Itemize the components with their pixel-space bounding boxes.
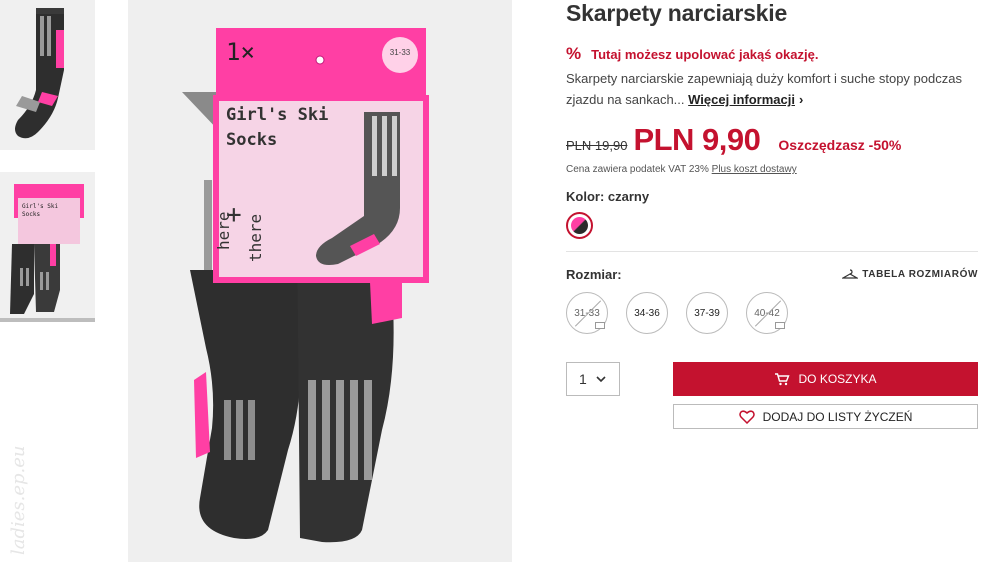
quantity-select[interactable]: 1 [566,362,620,396]
divider [566,251,978,252]
size-chart-link[interactable]: TABELA ROZMIARÓW [842,269,978,280]
promo-banner: % Tutaj możesz upolować jakąś okazję. [566,44,818,64]
size-option-31-33[interactable]: 31-33 [566,292,608,334]
quantity-value: 1 [579,371,587,387]
package-plus-sign: + [226,200,242,230]
size-option-40-42[interactable]: 40-42 [746,292,788,334]
hanger-icon [842,269,859,279]
savings-badge: Oszczędzasz -50% [778,137,902,153]
shipping-cost-link[interactable]: Plus koszt dostawy [712,164,797,175]
package-count: 1× [226,38,255,66]
add-to-wishlist-label: DODAJ DO LISTY ŻYCZEŃ [762,409,913,424]
thumbnail-2[interactable]: Girl's Ski Socks [0,172,95,322]
color-swatch-black[interactable] [566,212,593,239]
percent-icon: % [566,44,582,63]
thumbnail-1[interactable] [0,0,95,150]
chevron-right-icon[interactable]: › [799,92,803,107]
watermark: ladies.ep.eu [8,445,29,555]
product-description: Skarpety narciarskie zapewniają duży kom… [566,68,978,110]
size-option-label: 34-36 [634,307,660,319]
size-option-37-39[interactable]: 37-39 [686,292,728,334]
old-price: PLN 19,90 [566,138,628,153]
package-size-label: 31-33 [389,48,411,57]
more-info-link[interactable]: Więcej informacji [688,92,795,107]
product-title: Skarpety narciarskie [566,0,788,26]
size-label: Rozmiar: [566,267,622,282]
vat-text: Cena zawiera podatek VAT 23% [566,164,709,175]
mail-icon[interactable] [595,322,605,329]
promo-text: Tutaj możesz upolować jakąś okazję. [591,46,819,62]
add-to-cart-label: DO KOSZYKA [798,372,877,386]
mail-icon[interactable] [775,322,785,329]
vat-info: Cena zawiera podatek VAT 23% Plus koszt … [566,164,797,175]
price-block: PLN 19,90 PLN 9,90 Oszczędzasz -50% [566,122,901,158]
heart-icon [738,409,755,424]
main-product-image[interactable]: 1× 31-33 Girl's Ski Socks here + there [128,0,512,562]
size-option-label: 40-42 [754,307,780,319]
svg-text:Girl's Ski: Girl's Ski [22,203,59,210]
color-label: Kolor: czarny [566,189,650,204]
size-option-label: 31-33 [574,307,600,319]
package-name-line1: Girl's Ski [226,105,329,125]
size-option-34-36[interactable]: 34-36 [626,292,668,334]
add-to-wishlist-button[interactable]: DODAJ DO LISTY ŻYCZEŃ [673,404,978,429]
cart-icon [775,373,791,386]
svg-text:Socks: Socks [22,211,40,218]
add-to-cart-button[interactable]: DO KOSZYKA [673,362,978,396]
size-chart-label: TABELA ROZMIARÓW [862,269,978,280]
package-there-text: there [246,213,265,262]
package-name-line2: Socks [226,130,278,150]
size-option-label: 37-39 [694,307,720,319]
size-options: 31-33 34-36 37-39 40-42 [566,292,806,334]
current-price: PLN 9,90 [633,122,761,157]
chevron-down-icon [596,376,606,383]
